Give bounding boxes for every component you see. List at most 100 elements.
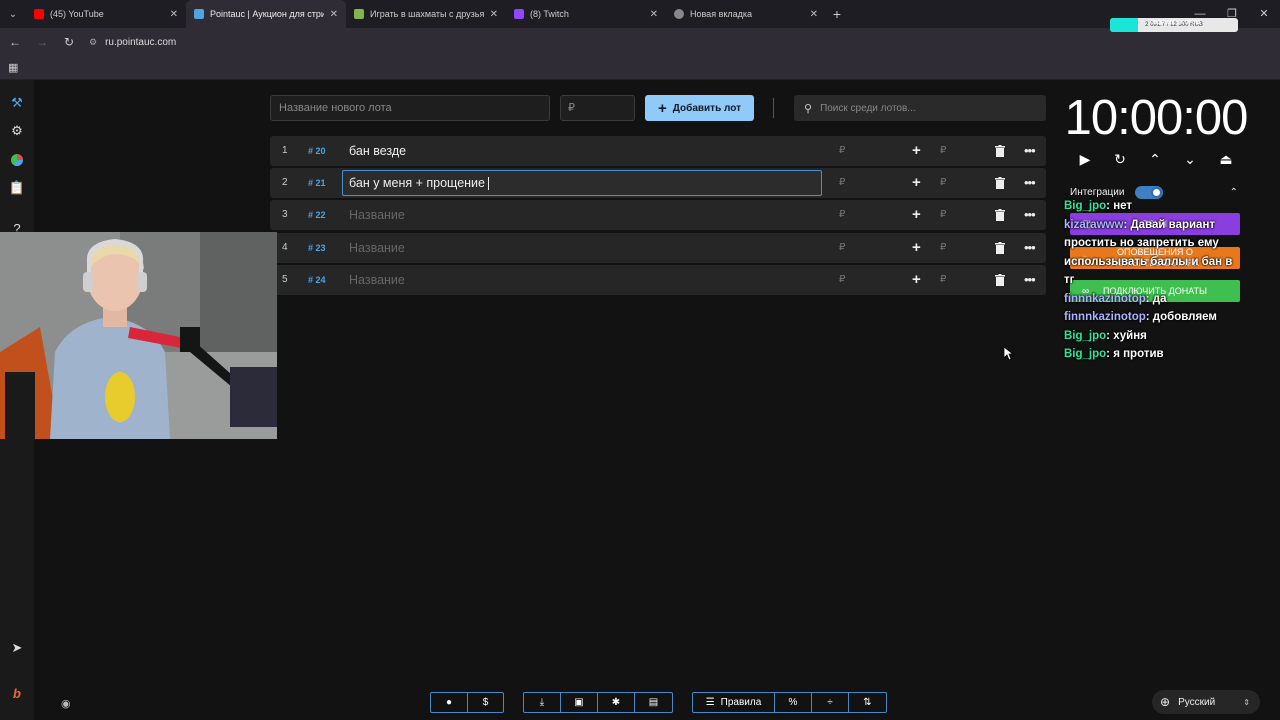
chat-username: Big_jpo bbox=[1064, 329, 1107, 342]
tab-close-icon[interactable]: ✕ bbox=[490, 9, 498, 20]
tab-label: (45) YouTube bbox=[50, 9, 104, 19]
streamer-webcam-image bbox=[0, 232, 277, 439]
add-amount-currency[interactable]: ₽ bbox=[940, 265, 946, 295]
address-bar: ← → ↻ ⚙ ru.pointauc.com bbox=[0, 28, 1280, 56]
more-options-icon[interactable]: ••• bbox=[1024, 233, 1036, 263]
play-icon[interactable]: ▶ bbox=[1076, 150, 1094, 168]
add-lot-button[interactable]: + Добавить лот bbox=[645, 95, 754, 121]
boosty-icon[interactable]: b bbox=[9, 685, 25, 701]
telegram-icon[interactable]: ➤ bbox=[9, 640, 25, 656]
add-amount-plus-icon[interactable]: + bbox=[912, 136, 921, 166]
tab-youtube[interactable]: (45) YouTube ✕ bbox=[26, 0, 186, 28]
url-text: ru.pointauc.com bbox=[105, 36, 177, 48]
more-options-icon[interactable]: ••• bbox=[1024, 168, 1036, 198]
forward-arrow-icon[interactable]: → bbox=[30, 35, 54, 49]
double-time-icon[interactable]: ⏏ bbox=[1217, 150, 1235, 168]
add-time-chevron-up-icon[interactable]: ⌃ bbox=[1146, 150, 1164, 168]
new-lot-name-input[interactable]: Название нового лота bbox=[270, 95, 550, 121]
add-lot-label: Добавить лот bbox=[672, 102, 741, 114]
sort-arrows-icon[interactable]: ⇅ bbox=[849, 693, 886, 712]
add-amount-plus-icon[interactable]: + bbox=[912, 168, 921, 198]
trash-icon[interactable] bbox=[994, 242, 1006, 254]
trash-icon[interactable] bbox=[994, 209, 1006, 221]
reset-icon[interactable]: ↻ bbox=[1111, 150, 1129, 168]
tab-pointauc[interactable]: Pointauc | Аукцион для стримеров ✕ bbox=[186, 0, 346, 28]
close-window-icon[interactable]: ✕ bbox=[1248, 0, 1280, 28]
lot-amount-currency[interactable]: ₽ bbox=[839, 265, 845, 295]
chat-message: Big_jpo: я против bbox=[1064, 348, 1164, 360]
url-field[interactable]: ⚙ ru.pointauc.com bbox=[89, 37, 176, 48]
bug-report-icon[interactable]: ✱ bbox=[598, 693, 635, 712]
globe-icon: ⊕ bbox=[1160, 695, 1171, 709]
chat-username: finnnkazinotop bbox=[1064, 292, 1146, 305]
trash-icon[interactable] bbox=[994, 274, 1006, 286]
tab-twitch[interactable]: (8) Twitch ✕ bbox=[506, 0, 666, 28]
add-amount-currency[interactable]: ₽ bbox=[940, 168, 946, 198]
settings-gear-icon[interactable]: ⚙ bbox=[9, 123, 25, 139]
clipboard-icon[interactable]: 📋 bbox=[9, 180, 25, 196]
tab-search-chevron-icon[interactable]: ⌄ bbox=[0, 0, 26, 28]
lot-index: 5 bbox=[282, 274, 288, 285]
add-amount-plus-icon[interactable]: + bbox=[912, 265, 921, 295]
split-icon[interactable]: ÷ bbox=[812, 693, 849, 712]
rules-button[interactable]: ☰ Правила bbox=[693, 693, 775, 712]
lot-name[interactable]: Название bbox=[349, 200, 405, 230]
lot-amount-currency[interactable]: ₽ bbox=[839, 136, 845, 166]
lot-fast-id: # 22 bbox=[308, 210, 326, 220]
new-lot-amount-input[interactable]: ₽ bbox=[560, 95, 635, 121]
download-icon[interactable]: ⤓ bbox=[524, 693, 561, 712]
add-amount-currency[interactable]: ₽ bbox=[940, 200, 946, 230]
github-icon[interactable]: ● bbox=[431, 693, 468, 712]
lot-amount-currency[interactable]: ₽ bbox=[839, 200, 845, 230]
percent-icon[interactable]: % bbox=[775, 693, 812, 712]
lot-amount-currency[interactable]: ₽ bbox=[839, 168, 845, 198]
more-options-icon[interactable]: ••• bbox=[1024, 136, 1036, 166]
lot-name[interactable]: бан везде bbox=[349, 136, 406, 166]
reload-icon[interactable]: ↻ bbox=[57, 35, 81, 49]
links-toolbar-group: ● $ bbox=[430, 692, 504, 713]
more-options-icon[interactable]: ••• bbox=[1024, 200, 1036, 230]
tab-new[interactable]: Новая вкладка ✕ bbox=[666, 0, 826, 28]
search-placeholder: Поиск среди лотов... bbox=[820, 102, 916, 114]
lot-name-value: бан у меня + прощение bbox=[349, 171, 489, 195]
site-info-icon[interactable]: ⚙ bbox=[89, 37, 97, 48]
tab-close-icon[interactable]: ✕ bbox=[330, 9, 338, 20]
trash-icon[interactable] bbox=[994, 145, 1006, 157]
visibility-eye-icon[interactable]: ◉ bbox=[61, 697, 71, 710]
clear-list-icon[interactable]: ▤ bbox=[635, 693, 672, 712]
lot-amount-currency[interactable]: ₽ bbox=[839, 233, 845, 263]
tab-close-icon[interactable]: ✕ bbox=[810, 9, 818, 20]
language-select[interactable]: ⊕ Русский ⇕ bbox=[1152, 690, 1260, 714]
tab-chess[interactable]: Играть в шахматы с друзьями ✕ bbox=[346, 0, 506, 28]
add-amount-plus-icon[interactable]: + bbox=[912, 200, 921, 230]
tab-close-icon[interactable]: ✕ bbox=[170, 9, 178, 20]
youtube-favicon-icon bbox=[34, 9, 44, 19]
lot-row: 3 # 22 Название ₽ + ₽ ••• bbox=[270, 200, 1046, 230]
new-tab-plus-icon[interactable]: + bbox=[826, 6, 848, 22]
rules-label: Правила bbox=[720, 697, 762, 708]
add-amount-currency[interactable]: ₽ bbox=[940, 136, 946, 166]
trash-icon[interactable] bbox=[994, 177, 1006, 189]
webcam-overlay bbox=[0, 232, 277, 439]
wheel-icon[interactable] bbox=[9, 152, 25, 168]
lot-search-input[interactable]: ⚲ Поиск среди лотов... bbox=[794, 95, 1046, 121]
lot-name[interactable]: Название bbox=[349, 265, 405, 295]
more-options-icon[interactable]: ••• bbox=[1024, 265, 1036, 295]
chat-text: нет bbox=[1113, 200, 1133, 212]
back-arrow-icon[interactable]: ← bbox=[3, 35, 27, 49]
tab-close-icon[interactable]: ✕ bbox=[650, 9, 658, 20]
add-amount-currency[interactable]: ₽ bbox=[940, 233, 946, 263]
subtract-time-chevron-down-icon[interactable]: ⌄ bbox=[1181, 150, 1199, 168]
tab-label: Pointauc | Аукцион для стримеров bbox=[210, 9, 324, 19]
chat-message: Big_jpo: хуйня bbox=[1064, 329, 1147, 342]
auction-timer: 10:00:00 bbox=[1064, 91, 1249, 145]
lot-name-input[interactable]: бан у меня + прощение bbox=[342, 170, 822, 196]
lot-name[interactable]: Название bbox=[349, 233, 405, 263]
save-icon[interactable]: ▣ bbox=[561, 693, 598, 712]
collapse-chevron-icon[interactable]: ⌃ bbox=[1230, 187, 1238, 198]
apps-grid-icon[interactable]: ▦ bbox=[8, 61, 18, 74]
lot-index: 3 bbox=[282, 209, 288, 220]
add-amount-plus-icon[interactable]: + bbox=[912, 233, 921, 263]
donate-dollar-icon[interactable]: $ bbox=[468, 693, 503, 712]
auction-hammer-icon[interactable]: ⚒ bbox=[9, 95, 25, 111]
